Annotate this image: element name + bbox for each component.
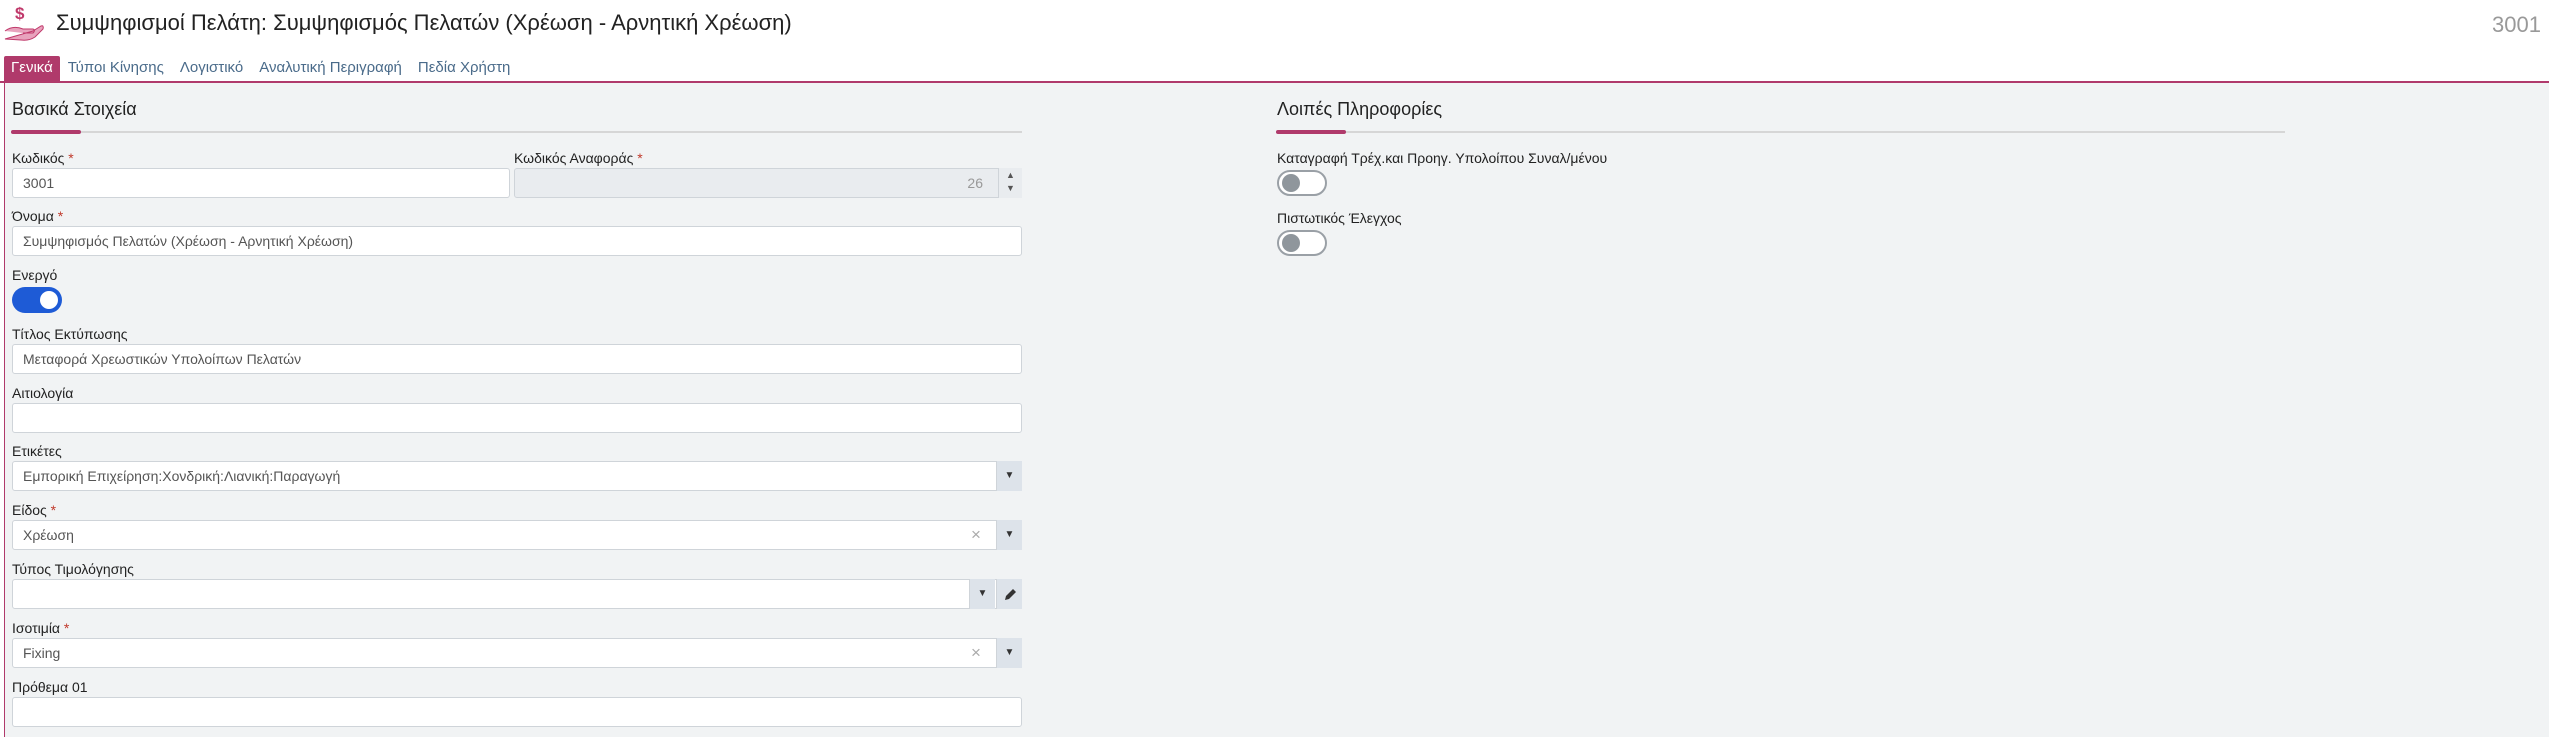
- name-input[interactable]: Συμψηφισμός Πελατών (Χρέωση - Αρνητική Χ…: [12, 226, 1022, 256]
- name-label: Όνομα *: [12, 208, 64, 224]
- ref-code-label: Κωδικός Αναφοράς *: [514, 150, 643, 166]
- code-input[interactable]: 3001: [12, 168, 510, 198]
- tab-user-fields[interactable]: Πεδία Χρήστη: [410, 56, 518, 82]
- toggle-knob: [1282, 234, 1300, 252]
- currency-select[interactable]: Fixing: [12, 638, 1022, 668]
- clear-icon[interactable]: ×: [971, 638, 981, 668]
- tab-detailed-description[interactable]: Αναλυτική Περιγραφή: [251, 56, 410, 82]
- section-divider: [1276, 131, 2285, 133]
- stepper-up-icon[interactable]: ▲: [1006, 170, 1015, 180]
- stepper-down-icon[interactable]: ▼: [1006, 183, 1015, 193]
- balance-record-label: Καταγραφή Τρέχ.και Προηγ. Υπολοίπου Συνα…: [1277, 150, 1608, 166]
- credit-check-toggle[interactable]: [1277, 230, 1327, 256]
- reason-label: Αιτιολογία: [12, 385, 74, 401]
- ref-code-input: 26: [514, 168, 1022, 198]
- print-title-input[interactable]: Μεταφορά Χρεωστικών Υπολοίπων Πελατών: [12, 344, 1022, 374]
- code-label: Κωδικός *: [12, 150, 74, 166]
- tab-accounting[interactable]: Λογιστικό: [172, 56, 251, 82]
- active-label: Ενεργό: [12, 267, 58, 283]
- section-title-other: Λοιπές Πληροφορίες: [1277, 99, 1443, 119]
- tags-select[interactable]: Εμπορική Επιχείρηση:Χονδρική:Λιανική:Παρ…: [12, 461, 1022, 491]
- chevron-down-icon: ▼: [1004, 647, 1015, 658]
- pricing-type-label: Τύπος Τιμολόγησης: [12, 561, 134, 577]
- record-code: 3001: [2492, 12, 2541, 37]
- section-accent-bar: [11, 130, 81, 134]
- prefix-label: Πρόθεμα 01: [12, 679, 88, 695]
- section-divider: [11, 131, 1022, 133]
- currency-label: Ισοτιμία *: [12, 620, 70, 636]
- ref-code-stepper[interactable]: ▲ ▼: [998, 168, 1022, 198]
- pencil-icon: [1005, 589, 1016, 600]
- svg-text:$: $: [15, 4, 25, 23]
- balance-record-toggle[interactable]: [1277, 170, 1327, 196]
- chevron-down-icon: ▼: [1004, 529, 1015, 540]
- section-title-basic: Βασικά Στοιχεία: [12, 99, 137, 119]
- form-content: Βασικά Στοιχεία Κωδικός * 3001 Κωδικός Α…: [4, 83, 2549, 737]
- credit-check-label: Πιστωτικός Έλεγχος: [1277, 210, 1402, 226]
- page-title: Συμψηφισμοί Πελάτη: Συμψηφισμός Πελατών …: [56, 10, 792, 35]
- kind-label: Είδος *: [12, 502, 57, 518]
- toggle-knob: [1282, 174, 1300, 192]
- kind-select[interactable]: Χρέωση: [12, 520, 1022, 550]
- money-hand-icon: $: [4, 4, 44, 41]
- chevron-down-icon: ▼: [1004, 470, 1015, 481]
- tags-label: Ετικέτες: [12, 443, 62, 459]
- tab-movement-types[interactable]: Τύποι Κίνησης: [60, 56, 172, 82]
- kind-dropdown-button[interactable]: ▼: [996, 520, 1022, 550]
- prefix-input[interactable]: [12, 697, 1022, 727]
- tags-dropdown-button[interactable]: ▼: [996, 461, 1022, 491]
- currency-dropdown-button[interactable]: ▼: [996, 638, 1022, 668]
- pricing-type-dropdown-button[interactable]: ▼: [969, 579, 995, 609]
- section-accent-bar: [1276, 130, 1346, 134]
- print-title-label: Τίτλος Εκτύπωσης: [12, 326, 128, 342]
- reason-input[interactable]: [12, 403, 1022, 433]
- tab-general[interactable]: Γενικά: [4, 56, 60, 82]
- toggle-knob: [40, 291, 58, 309]
- active-toggle[interactable]: [12, 287, 62, 313]
- clear-icon[interactable]: ×: [971, 520, 981, 550]
- tab-bar: Γενικά Τύποι Κίνησης Λογιστικό Αναλυτική…: [0, 56, 518, 82]
- pricing-type-edit-button[interactable]: [996, 579, 1022, 609]
- chevron-down-icon: ▼: [977, 588, 988, 599]
- page-header: $ Συμψηφισμοί Πελάτη: Συμψηφισμός Πελατώ…: [0, 0, 2549, 52]
- pricing-type-select[interactable]: [12, 579, 1022, 609]
